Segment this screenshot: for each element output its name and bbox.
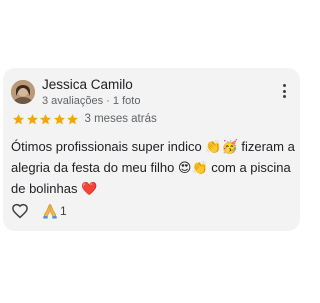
- avatar-photo: [11, 80, 35, 104]
- review-actions: 1: [11, 202, 67, 220]
- reviewer-name[interactable]: Jessica Camilo: [42, 77, 133, 92]
- review-text: Ótimos profissionais super indico 👏🥳 fiz…: [11, 139, 295, 196]
- heart-outline-icon: [12, 203, 28, 219]
- star-icon: [26, 113, 38, 124]
- review-date: 3 meses atrás: [84, 113, 157, 125]
- more-vert-icon: [280, 84, 288, 98]
- rating-row: 3 meses atrás: [12, 112, 157, 126]
- praying-hands-icon: [43, 204, 57, 219]
- reviewer-meta: 3 avaliações · 1 foto: [42, 95, 141, 107]
- more-options-button[interactable]: [280, 84, 288, 102]
- star-icon: [40, 113, 51, 124]
- star-rating: [12, 113, 80, 126]
- like-button[interactable]: [11, 202, 29, 220]
- avatar[interactable]: [11, 80, 35, 104]
- review-card: Jessica Camilo 3 avaliações · 1 foto 3 m…: [3, 68, 300, 231]
- thanks-button[interactable]: 1: [41, 202, 67, 220]
- thanks-count: 1: [60, 204, 67, 218]
- star-icon: [53, 113, 65, 124]
- star-icon: [13, 113, 24, 124]
- star-icon: [67, 113, 78, 124]
